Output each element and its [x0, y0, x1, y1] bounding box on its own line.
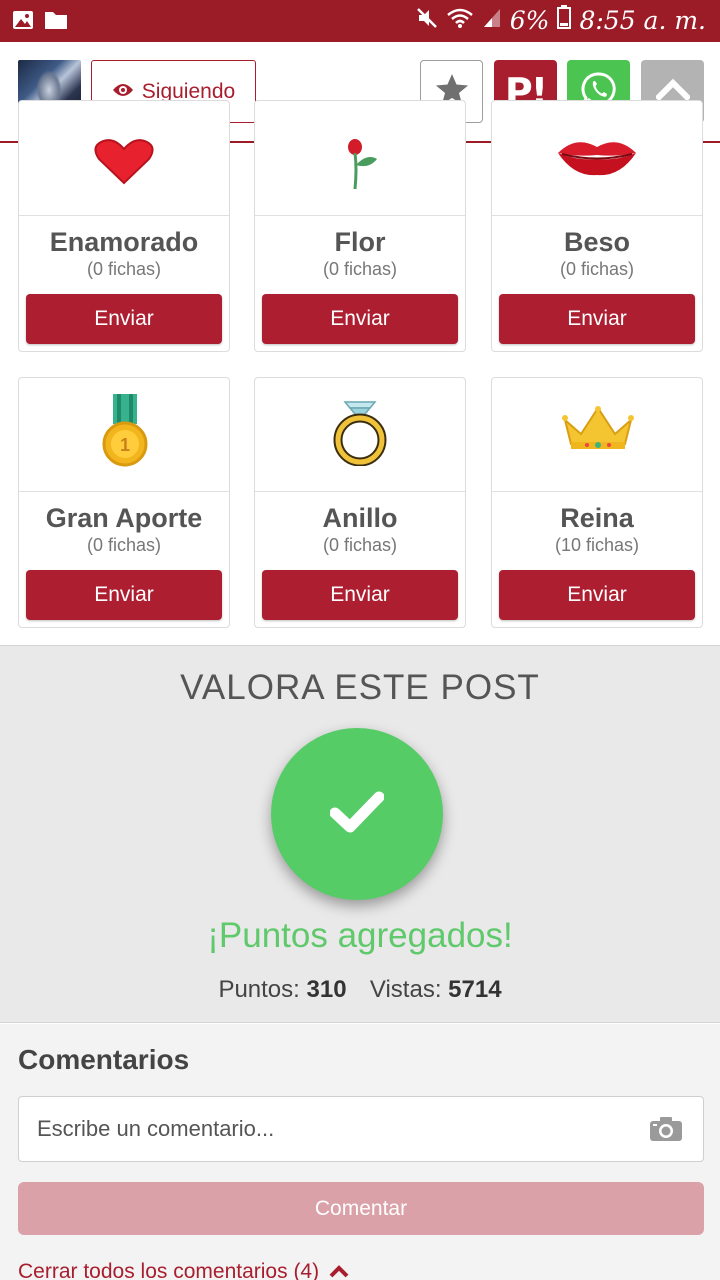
- rating-section: VALORA ESTE POST ¡Puntos agregados! Punt…: [0, 645, 720, 1023]
- ring-icon: [333, 398, 387, 471]
- medal-name: Anillo: [322, 503, 398, 533]
- app-root: 6% 8:55 a. m. Siguiendo P! Enamorado (0 …: [0, 0, 720, 1280]
- medal-name: Reina: [560, 503, 634, 533]
- folder-icon: [44, 9, 68, 36]
- views-label: Vistas:: [369, 976, 442, 1003]
- medal-chips: (0 fichas): [86, 535, 162, 555]
- status-left-icons: [12, 9, 68, 36]
- chevron-up-icon: [329, 1260, 349, 1280]
- medal-card-enamorado: Enamorado (0 fichas) Enviar: [18, 100, 230, 352]
- medal-chips: (0 fichas): [322, 259, 398, 279]
- medal-chips: (0 fichas): [86, 259, 162, 279]
- medal-name: Gran Aporte: [45, 503, 203, 533]
- medal-chips: (0 fichas): [322, 535, 398, 555]
- crown-icon: [561, 406, 635, 457]
- send-medal-button[interactable]: Enviar: [499, 294, 695, 344]
- close-all-comments-link[interactable]: Cerrar todos los comentarios (4): [18, 1260, 349, 1280]
- medal-image-area: 1: [19, 378, 229, 492]
- medal-name: Beso: [563, 227, 631, 257]
- rose-icon: [343, 139, 383, 196]
- comments-section: Comentarios Escribe un comentario... Com…: [0, 1024, 720, 1280]
- signal-icon: [482, 6, 502, 35]
- send-medal-button[interactable]: Enviar: [26, 294, 222, 344]
- close-all-comments-label: Cerrar todos los comentarios (4): [18, 1260, 320, 1280]
- points-added-message: ¡Puntos agregados!: [207, 916, 513, 955]
- status-right: 6% 8:55 a. m.: [416, 5, 706, 35]
- medal-name: Enamorado: [49, 227, 199, 257]
- status-bar: 6% 8:55 a. m.: [0, 0, 720, 42]
- medal-image-area: [19, 101, 229, 216]
- medal-badge-number: 1: [120, 435, 130, 455]
- status-time: 8:55 a. m.: [579, 5, 706, 35]
- post-stats: Puntos: 310 Vistas: 5714: [0, 976, 720, 1004]
- medal-image-area: [492, 378, 702, 492]
- medal-name: Flor: [334, 227, 386, 257]
- battery-icon: [557, 5, 572, 35]
- medal-icon: 1: [102, 394, 148, 473]
- send-medal-button[interactable]: Enviar: [26, 570, 222, 620]
- comment-placeholder: Escribe un comentario...: [37, 1116, 275, 1141]
- checkmark-icon: [329, 791, 385, 838]
- image-icon: [12, 9, 34, 36]
- medal-image-area: [255, 101, 465, 216]
- medal-card-flor: Flor (0 fichas) Enviar: [254, 100, 466, 352]
- medal-card-gran-aporte: 1 Gran Aporte (0 fichas) Enviar: [18, 377, 230, 628]
- medal-chips: (0 fichas): [559, 259, 635, 279]
- submit-comment-button[interactable]: Comentar: [18, 1182, 704, 1235]
- views-value: 5714: [448, 976, 502, 1003]
- wifi-icon: [446, 6, 474, 35]
- medal-chips: (10 fichas): [554, 535, 640, 555]
- send-medal-button[interactable]: Enviar: [262, 294, 458, 344]
- mute-icon: [416, 6, 438, 35]
- send-medal-button[interactable]: Enviar: [262, 570, 458, 620]
- medal-card-reina: Reina (10 fichas) Enviar: [491, 377, 703, 628]
- rating-title: VALORA ESTE POST: [180, 668, 540, 707]
- camera-icon[interactable]: [649, 1116, 683, 1148]
- comment-input[interactable]: Escribe un comentario...: [18, 1096, 704, 1162]
- send-medal-button[interactable]: Enviar: [499, 570, 695, 620]
- points-label: Puntos:: [218, 976, 300, 1003]
- heart-icon: [93, 139, 155, 190]
- medal-image-area: [255, 378, 465, 492]
- medal-card-anillo: Anillo (0 fichas) Enviar: [254, 377, 466, 628]
- comments-title: Comentarios: [18, 1044, 190, 1075]
- vote-button[interactable]: [271, 728, 443, 900]
- medal-image-area: [492, 101, 702, 216]
- medal-card-beso: Beso (0 fichas) Enviar: [491, 100, 703, 352]
- points-value: 310: [306, 976, 347, 1003]
- battery-percent: 6%: [509, 5, 550, 35]
- lips-icon: [556, 139, 638, 184]
